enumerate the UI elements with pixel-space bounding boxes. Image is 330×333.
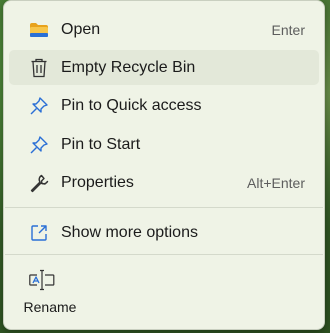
shortcut-text: Enter bbox=[271, 21, 305, 38]
pin-icon bbox=[28, 95, 50, 117]
rename-icon bbox=[29, 268, 55, 292]
pin-icon bbox=[28, 134, 50, 156]
shortcut-text: Alt+Enter bbox=[247, 174, 305, 191]
menu-item-open[interactable]: Open Enter bbox=[9, 12, 319, 47]
menu-item-label: Pin to Start bbox=[61, 135, 141, 153]
folder-icon bbox=[28, 19, 50, 41]
menu-separator bbox=[5, 207, 323, 208]
menu-item-pin-quick-access[interactable]: Pin to Quick access bbox=[9, 88, 319, 123]
wrench-icon bbox=[28, 172, 50, 194]
menu-item-label: Pin to Quick access bbox=[61, 96, 202, 114]
menu-item-show-more-options[interactable]: Show more options bbox=[9, 215, 319, 250]
context-menu: Open Enter Empty Recycle Bin Pin to Quic… bbox=[3, 0, 325, 330]
menu-item-empty-recycle-bin[interactable]: Empty Recycle Bin bbox=[9, 50, 319, 85]
rename-label: Rename bbox=[23, 299, 77, 315]
menu-item-label: Open bbox=[61, 20, 101, 38]
menu-item-properties[interactable]: Properties Alt+Enter bbox=[9, 165, 319, 200]
trash-icon bbox=[28, 57, 50, 79]
menu-item-label: Empty Recycle Bin bbox=[61, 58, 196, 76]
share-external-icon bbox=[28, 222, 50, 244]
menu-item-label: Show more options bbox=[61, 223, 198, 241]
menu-separator bbox=[5, 254, 323, 255]
menu-item-label: Properties bbox=[61, 173, 134, 191]
menu-item-pin-to-start[interactable]: Pin to Start bbox=[9, 127, 319, 162]
